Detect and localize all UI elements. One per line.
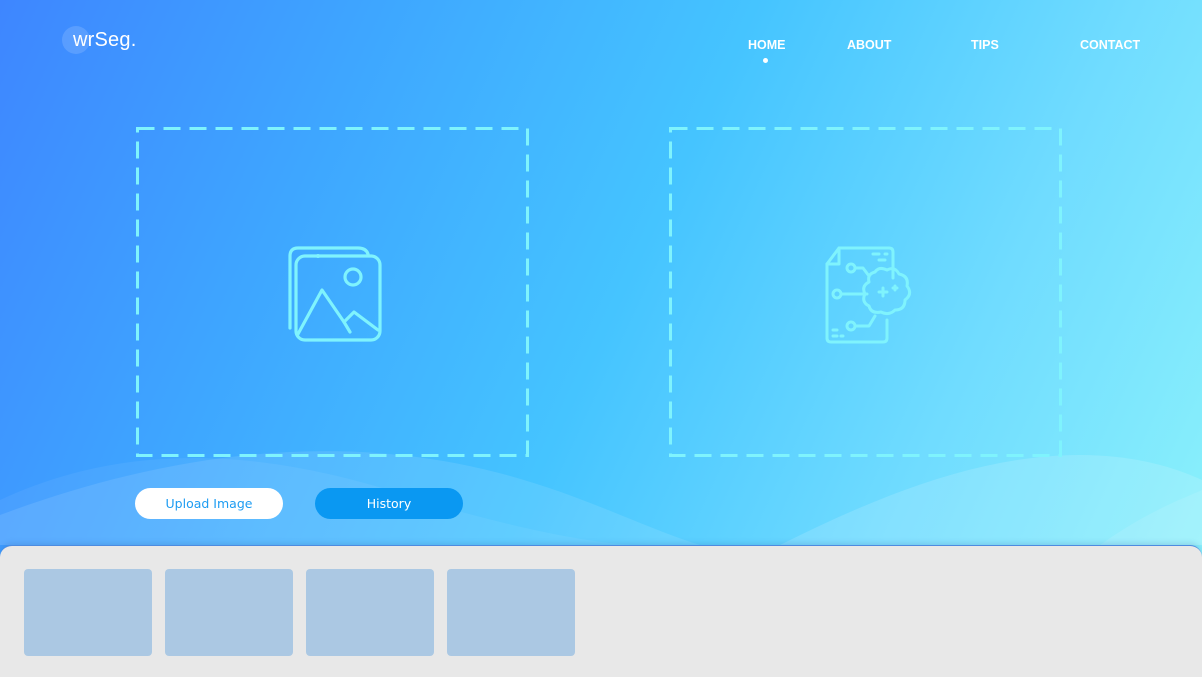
document-brain-circuit-icon: [825, 246, 912, 344]
nav-tips[interactable]: TIPS: [971, 38, 999, 52]
nav-about[interactable]: ABOUT: [847, 38, 891, 52]
nav-home[interactable]: HOME: [748, 38, 786, 52]
thumbnail-slot-2[interactable]: [165, 569, 293, 656]
nav-contact[interactable]: CONTACT: [1080, 38, 1140, 52]
image-gallery-icon: [288, 246, 382, 342]
thumbnail-tray: [0, 545, 1202, 677]
thumbnail-slot-3[interactable]: [306, 569, 434, 656]
history-button[interactable]: History: [315, 488, 463, 519]
upload-image-button[interactable]: Upload Image: [135, 488, 283, 519]
nav-active-indicator: [763, 58, 768, 63]
output-result-dropzone[interactable]: [669, 127, 1062, 457]
thumbnail-slot-4[interactable]: [447, 569, 575, 656]
logo-text: wrSeg.: [73, 29, 137, 51]
thumbnail-slot-1[interactable]: [24, 569, 152, 656]
input-image-dropzone[interactable]: [136, 127, 529, 457]
